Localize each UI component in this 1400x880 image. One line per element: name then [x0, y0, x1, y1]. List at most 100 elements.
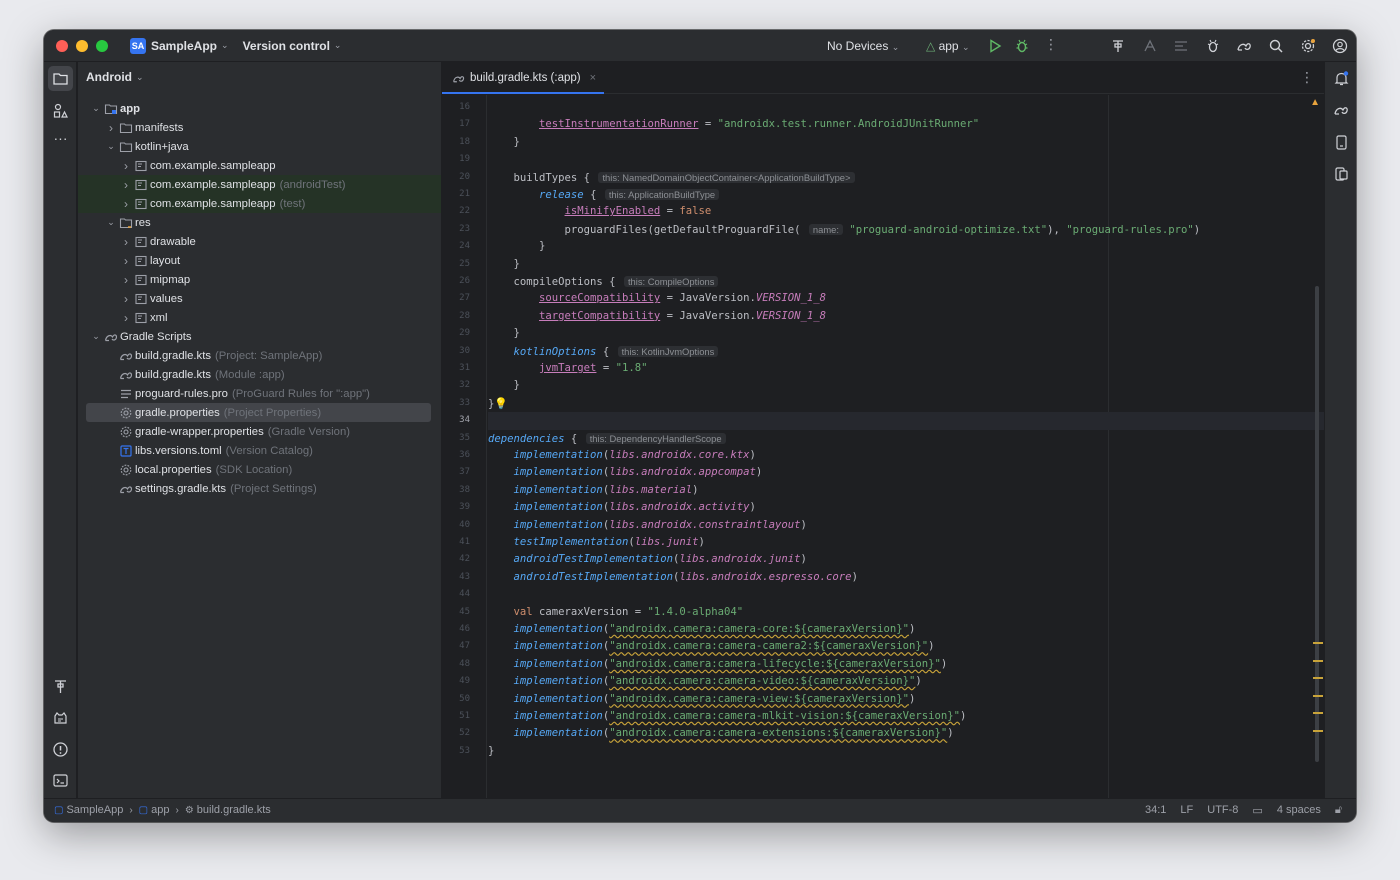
notifications-bell-icon[interactable]	[1333, 70, 1350, 87]
code-line[interactable]: isMinifyEnabled = false	[488, 203, 1324, 220]
chevron-down-icon[interactable]: ⌄	[105, 141, 117, 152]
code-line[interactable]: implementation("androidx.camera:camera-m…	[488, 708, 1324, 725]
code-line[interactable]: proguardFiles(getDefaultProguardFile( na…	[488, 221, 1324, 238]
chevron-right-icon[interactable]: ›	[120, 235, 132, 249]
close-window-button[interactable]	[56, 39, 68, 52]
close-tab-icon[interactable]: ×	[590, 72, 596, 84]
code-line[interactable]: implementation("androidx.camera:camera-v…	[488, 673, 1324, 690]
intention-bulb-icon[interactable]: 💡	[494, 397, 508, 410]
code-area[interactable]: testInstrumentationRunner = "androidx.te…	[488, 95, 1324, 798]
code-line[interactable]	[488, 586, 1324, 603]
code-line[interactable]: implementation("androidx.camera:camera-e…	[488, 725, 1324, 742]
attach-debugger-icon[interactable]	[1205, 38, 1221, 54]
code-line[interactable]: }	[488, 134, 1324, 151]
chevron-right-icon[interactable]: ›	[105, 121, 117, 135]
search-icon[interactable]	[1268, 38, 1284, 54]
tree-item[interactable]: local.properties (SDK Location)	[78, 460, 441, 479]
code-editor[interactable]: 16 17 18 19 20 21 22 23 24 25 26 27 28 29 30 31 32 33 34 35…	[442, 95, 1324, 798]
code-line[interactable]: sourceCompatibility = JavaVersion.VERSIO…	[488, 290, 1324, 307]
tree-item[interactable]: › drawable	[78, 232, 441, 251]
reader-mode-icon[interactable]: ▭	[1252, 804, 1262, 817]
code-line[interactable]: implementation("androidx.camera:camera-c…	[488, 638, 1324, 655]
project-folder-icon[interactable]	[52, 70, 69, 87]
more-actions-icon[interactable]: ⋮	[1044, 36, 1060, 52]
code-line[interactable]: val cameraxVersion = "1.4.0-alpha04"	[488, 604, 1324, 621]
code-line[interactable]: implementation(libs.androidx.activity)	[488, 499, 1324, 516]
tree-item[interactable]: › layout	[78, 251, 441, 270]
tree-item[interactable]: › mipmap	[78, 270, 441, 289]
code-line[interactable]: androidTestImplementation(libs.androidx.…	[488, 551, 1324, 568]
tree-item[interactable]: ⌄ res	[78, 213, 441, 232]
warning-stripe-mark[interactable]	[1313, 660, 1323, 662]
gradle-sync-icon[interactable]	[1236, 38, 1252, 54]
run-icon[interactable]	[987, 38, 1003, 54]
build-icon[interactable]	[1110, 38, 1126, 54]
version-control-menu[interactable]: Version control	[243, 39, 330, 53]
chevron-right-icon[interactable]: ›	[120, 178, 132, 192]
project-view-selector[interactable]: Android	[86, 70, 132, 84]
code-line[interactable]: implementation("androidx.camera:camera-l…	[488, 656, 1324, 673]
debug-icon[interactable]	[1014, 38, 1030, 54]
device-selector[interactable]: No Devices ⌄	[827, 39, 899, 53]
code-line[interactable]: implementation(libs.androidx.core.ktx)	[488, 447, 1324, 464]
more-tools-icon[interactable]: ···	[52, 131, 69, 149]
chevron-down-icon[interactable]: ⌄	[105, 217, 117, 228]
build-tool-icon[interactable]	[52, 678, 69, 695]
code-line[interactable]: dependencies { this: DependencyHandlerSc…	[488, 430, 1324, 447]
chevron-right-icon[interactable]: ›	[120, 159, 132, 173]
code-line[interactable]: }	[488, 743, 1324, 760]
warning-stripe-mark[interactable]	[1313, 677, 1323, 679]
code-line[interactable]: }💡	[488, 395, 1324, 412]
tree-item[interactable]: › com.example.sampleapp (androidTest)	[78, 175, 441, 194]
tree-item[interactable]: gradle.properties (Project Properties)	[86, 403, 431, 422]
code-line[interactable]: }	[488, 377, 1324, 394]
tab-options-icon[interactable]: ⋮	[1300, 69, 1314, 86]
tree-item[interactable]: › manifests	[78, 118, 441, 137]
code-line[interactable]: buildTypes { this: NamedDomainObjectCont…	[488, 169, 1324, 186]
chevron-down-icon[interactable]: ⌄	[90, 103, 102, 114]
code-line[interactable]	[488, 412, 1324, 430]
apply-changes-icon[interactable]	[1142, 38, 1158, 54]
warning-stripe-mark[interactable]	[1313, 695, 1323, 697]
maximize-window-button[interactable]	[96, 39, 108, 52]
tree-item[interactable]: › values	[78, 289, 441, 308]
tree-item[interactable]: build.gradle.kts (Module :app)	[78, 365, 441, 384]
chevron-down-icon[interactable]: ⌄	[90, 331, 102, 342]
indent-setting[interactable]: 4 spaces	[1277, 804, 1321, 817]
tree-item[interactable]: ⌄ app	[78, 99, 441, 118]
code-line[interactable]: targetCompatibility = JavaVersion.VERSIO…	[488, 308, 1324, 325]
code-line[interactable]: }	[488, 325, 1324, 342]
code-line[interactable]: }	[488, 256, 1324, 273]
tree-item[interactable]: › com.example.sampleapp	[78, 156, 441, 175]
code-line[interactable]: compileOptions { this: CompileOptions	[488, 273, 1324, 290]
code-line[interactable]: implementation(libs.androidx.appcompat)	[488, 464, 1324, 481]
code-line[interactable]: release { this: ApplicationBuildType	[488, 186, 1324, 203]
tree-item[interactable]: settings.gradle.kts (Project Settings)	[78, 479, 441, 498]
code-line[interactable]: testImplementation(libs.junit)	[488, 534, 1324, 551]
chevron-right-icon[interactable]: ›	[120, 197, 132, 211]
tree-item[interactable]: proguard-rules.pro (ProGuard Rules for ":…	[78, 384, 441, 403]
code-line[interactable]: kotlinOptions { this: KotlinJvmOptions	[488, 343, 1324, 360]
code-line[interactable]: androidTestImplementation(libs.androidx.…	[488, 569, 1324, 586]
run-config-selector[interactable]: △ app ⌄	[926, 39, 970, 53]
terminal-icon[interactable]	[52, 772, 69, 789]
resource-manager-icon[interactable]	[52, 102, 69, 119]
code-line[interactable]	[488, 99, 1324, 116]
lock-icon[interactable]: 🔓︎	[1335, 804, 1342, 817]
chevron-right-icon[interactable]: ›	[120, 292, 132, 306]
breadcrumb-item[interactable]: app	[151, 804, 169, 816]
editor-scrollbar[interactable]	[1315, 286, 1319, 762]
caret-position[interactable]: 34:1	[1145, 804, 1166, 817]
warning-stripe-mark[interactable]	[1313, 730, 1323, 732]
code-line[interactable]: implementation(libs.material)	[488, 482, 1324, 499]
chevron-right-icon[interactable]: ›	[120, 254, 132, 268]
code-line[interactable]: jvmTarget = "1.8"	[488, 360, 1324, 377]
account-icon[interactable]	[1332, 38, 1348, 54]
code-line[interactable]: implementation("androidx.camera:camera-v…	[488, 691, 1324, 708]
device-manager-icon[interactable]	[1333, 134, 1350, 151]
minimize-window-button[interactable]	[76, 39, 88, 52]
breadcrumb-item[interactable]: SampleApp	[66, 804, 123, 816]
settings-gear-icon[interactable]	[1300, 38, 1316, 54]
warning-stripe-mark[interactable]	[1313, 642, 1323, 644]
problems-icon[interactable]	[52, 741, 69, 758]
